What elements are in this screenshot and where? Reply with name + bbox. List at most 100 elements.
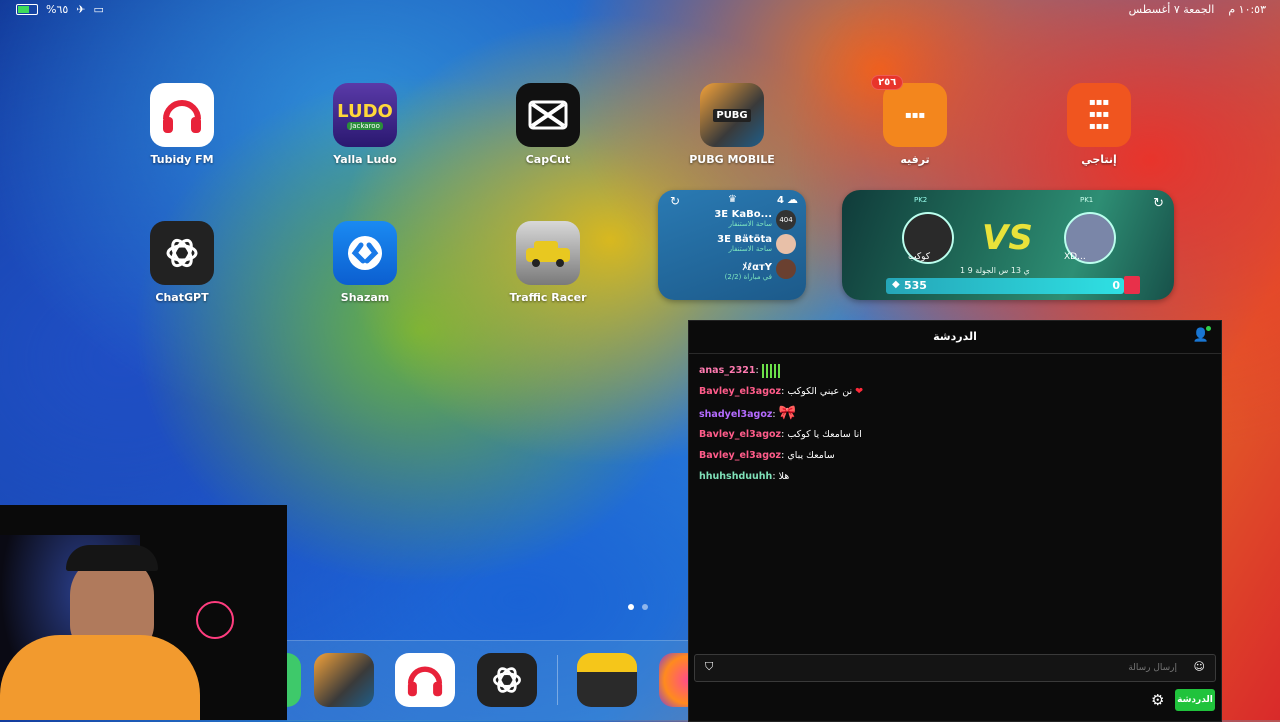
avatar bbox=[776, 259, 796, 279]
chat-header: الدردشة 👤 bbox=[689, 321, 1221, 354]
app-shazam[interactable]: Shazam bbox=[310, 221, 420, 304]
photos-icon[interactable] bbox=[659, 653, 688, 707]
shazam-icon bbox=[333, 221, 397, 285]
chat-text: هلا bbox=[778, 471, 790, 483]
ludo-icon: LUDO Jackaroo bbox=[333, 83, 397, 147]
chat-title: الدردشة bbox=[933, 330, 977, 343]
avatar: 404 bbox=[776, 210, 796, 230]
app-label: PUBG MOBILE bbox=[689, 153, 775, 166]
score-progress: 535 0 bbox=[886, 278, 1124, 294]
notification-badge: ٢٥٦ bbox=[871, 75, 904, 90]
chat-message: Bavley_el3agoz: انا سامعك يا كوكب bbox=[699, 428, 862, 440]
fire-icon bbox=[1124, 276, 1140, 294]
chat-text: نن عيني الكوكب bbox=[787, 386, 853, 398]
app-tubidy-fm[interactable]: Tubidy FM bbox=[127, 83, 237, 166]
emote-icon bbox=[761, 363, 780, 378]
chat-message: hhuhshduuhh: هلا bbox=[699, 471, 790, 483]
streamer-shirt bbox=[0, 635, 200, 720]
page-dot[interactable] bbox=[628, 604, 634, 610]
chatgpt-icon[interactable] bbox=[477, 653, 537, 707]
capcut-icon bbox=[516, 83, 580, 147]
app-label: Tubidy FM bbox=[150, 153, 214, 166]
cloud-icon: ☁ bbox=[787, 193, 798, 206]
avatar bbox=[776, 234, 796, 254]
chat-send-button[interactable]: الدردشة bbox=[1175, 689, 1215, 711]
pk-battle-widget[interactable]: PK2 PK1 ↻ VS كوكب XD... 1 ي 13 س الجولة … bbox=[842, 190, 1174, 300]
chat-input-box[interactable]: ⛉ ☺ bbox=[694, 654, 1216, 682]
chat-message: shadyel3agoz: 🎀 bbox=[699, 404, 797, 421]
online-dot bbox=[1206, 326, 1211, 331]
ribbon-icon: 🎀 bbox=[778, 404, 797, 421]
ludo-icon-subtext: Jackaroo bbox=[347, 121, 383, 130]
refresh-icon[interactable]: ↻ bbox=[670, 194, 680, 208]
app-chatgpt[interactable]: ChatGPT bbox=[127, 221, 237, 304]
pk-tag-left: PK2 bbox=[914, 196, 928, 204]
app-label: ChatGPT bbox=[155, 291, 209, 304]
crown-icon: ♛ bbox=[728, 194, 737, 205]
app-traffic-racer[interactable]: Traffic Racer bbox=[493, 221, 603, 304]
folder-preview-icon: ▪▪▪ bbox=[904, 109, 926, 121]
app-label: Traffic Racer bbox=[509, 291, 587, 304]
pubg-icon[interactable] bbox=[314, 653, 374, 707]
chat-username[interactable]: hhuhshduuhh bbox=[699, 471, 772, 482]
chatgpt-icon bbox=[150, 221, 214, 285]
webcam-overlay bbox=[0, 505, 287, 720]
chat-text: انا سامعك يا كوكب bbox=[787, 428, 862, 440]
app-yalla-ludo[interactable]: LUDO Jackaroo Yalla Ludo bbox=[310, 83, 420, 166]
score-right: 0 bbox=[1112, 279, 1120, 292]
vs-label: VS bbox=[982, 218, 1033, 258]
headphones-icon bbox=[150, 83, 214, 147]
player-name-left: كوكب bbox=[908, 252, 931, 262]
chat-username[interactable]: Bavley_el3agoz bbox=[699, 386, 781, 397]
app-pubg-mobile[interactable]: PUBG PUBG MOBILE bbox=[677, 83, 787, 166]
widget-friend-row[interactable]: 3E KaBo... ساحة الاستنفار bbox=[714, 209, 772, 228]
gear-icon[interactable]: ⚙ bbox=[1151, 691, 1164, 709]
screen-mirror-icon: ▭ bbox=[93, 3, 104, 16]
shield-icon[interactable]: ⛉ bbox=[705, 660, 713, 674]
airplane-icon: ✈ bbox=[76, 3, 86, 16]
widget-friend-row[interactable]: 3E Bätöta ساحة الاستنفار bbox=[717, 234, 772, 253]
friend-name: ﾒℓαтY bbox=[742, 262, 772, 273]
battery-icon bbox=[16, 4, 38, 15]
friend-name: Bätöta bbox=[734, 234, 772, 245]
score-left: 535 bbox=[904, 279, 927, 292]
app-icon[interactable] bbox=[287, 653, 301, 707]
emoji-icon[interactable]: ☺ bbox=[1194, 660, 1205, 673]
app-folder-entertainment[interactable]: ٢٥٦ ▪▪▪ ترفيه bbox=[860, 75, 970, 166]
chat-message: anas_2321: bbox=[699, 360, 1211, 381]
chat-username[interactable]: shadyel3agoz bbox=[699, 409, 772, 420]
app-label: Shazam bbox=[340, 291, 390, 304]
ludo-icon-text: LUDO bbox=[337, 100, 393, 122]
chat-username[interactable]: Bavley_el3agoz bbox=[699, 450, 781, 461]
dock-divider bbox=[557, 655, 558, 705]
refresh-icon[interactable]: ↻ bbox=[1153, 196, 1164, 211]
page-indicator[interactable] bbox=[628, 604, 648, 610]
chat-username[interactable]: Bavley_el3agoz bbox=[699, 429, 781, 440]
friend-name: KaBo... bbox=[731, 209, 772, 220]
round-info: 1 ي 13 س الجولة 9 bbox=[960, 266, 1030, 275]
friends-widget[interactable]: ↻ ♛ 4 ☁ 3E KaBo... ساحة الاستنفار 404 3E… bbox=[658, 190, 806, 300]
status-time: ١٠:٥٣ م bbox=[1228, 3, 1266, 16]
chat-username[interactable]: anas_2321 bbox=[699, 365, 755, 376]
stream-chat-panel: الدردشة 👤 anas_2321: Bavley_el3agoz: نن … bbox=[688, 320, 1222, 722]
streamer-hair bbox=[66, 545, 158, 571]
folder-icon: ٢٥٦ ▪▪▪ bbox=[871, 75, 947, 147]
online-count: 4 bbox=[777, 195, 784, 206]
notes-icon[interactable] bbox=[577, 653, 637, 707]
app-label: Yalla Ludo bbox=[333, 153, 397, 166]
dock bbox=[287, 640, 688, 721]
player-name-right: XD... bbox=[1064, 252, 1086, 262]
app-folder-productivity[interactable]: ▪▪▪ ▪▪▪ ▪▪▪ إنتاجي bbox=[1044, 83, 1154, 166]
widget-friend-row[interactable]: ﾒℓαтY (2/2) في مباراة bbox=[725, 258, 772, 281]
page-dot[interactable] bbox=[642, 604, 648, 610]
car-icon bbox=[516, 221, 580, 285]
headphones-icon[interactable] bbox=[395, 653, 455, 707]
friend-prefix: 3E bbox=[714, 209, 729, 220]
battery-level: %٦٥ bbox=[46, 3, 69, 16]
app-capcut[interactable]: CapCut bbox=[493, 83, 603, 166]
chat-input[interactable] bbox=[723, 659, 1179, 677]
chat-message: Bavley_el3agoz: نن عيني الكوكب ❤ bbox=[699, 386, 864, 398]
chat-messages: anas_2321: Bavley_el3agoz: نن عيني الكوك… bbox=[689, 354, 1221, 494]
friend-status: (2/2) في مباراة bbox=[724, 273, 772, 281]
stream-logo bbox=[196, 601, 234, 639]
